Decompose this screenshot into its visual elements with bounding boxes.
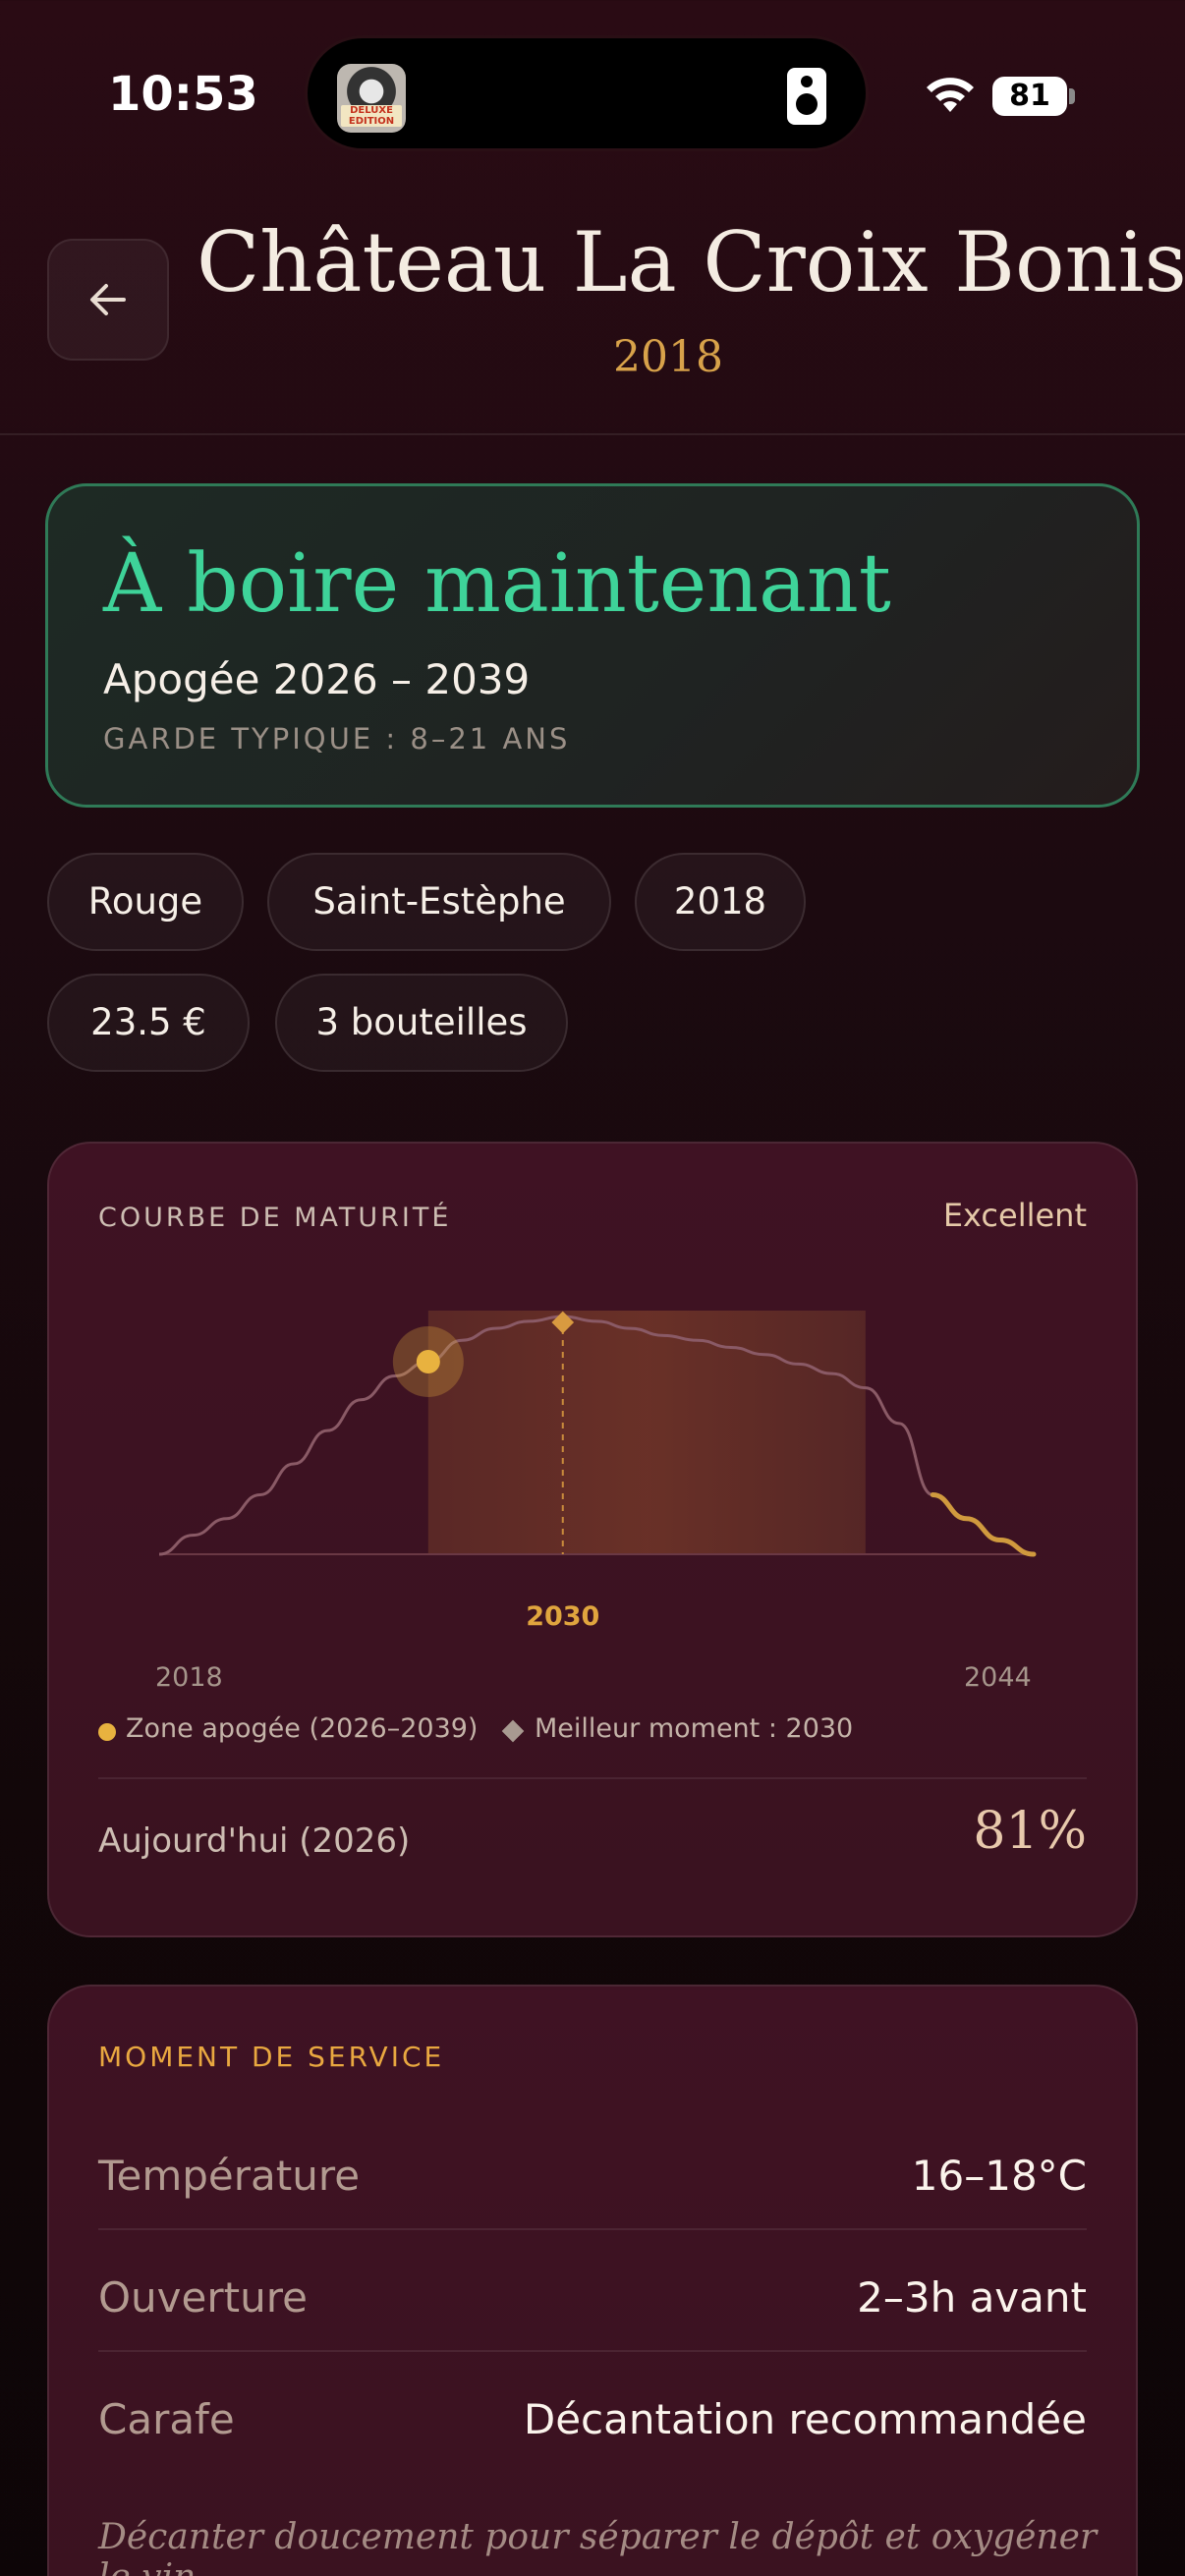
- decanter-label: Carafe: [98, 2395, 235, 2443]
- temperature-value: 16–18°C: [911, 2152, 1087, 2200]
- legend-best: Meilleur moment : 2030: [535, 1713, 854, 1744]
- chip-vintage[interactable]: 2018: [635, 853, 806, 951]
- wine-title: Château La Croix Bonis: [197, 214, 1185, 310]
- best-year-label: 2030: [526, 1601, 599, 1632]
- opening-value: 2–3h avant: [857, 2273, 1087, 2322]
- status-bar: 10:53 DELUXE EDITION 81: [0, 0, 1185, 196]
- service-note: Décanter doucement pour séparer le dépôt…: [98, 2517, 1098, 2576]
- service-divider: [98, 2350, 1087, 2352]
- chip-price[interactable]: 23.5 €: [47, 974, 250, 1072]
- today-label: Aujourd'hui (2026): [98, 1821, 411, 1861]
- service-divider: [98, 2228, 1087, 2230]
- apogee-zone: [427, 1311, 866, 1554]
- service-label: MOMENT DE SERVICE: [98, 2041, 445, 2073]
- dynamic-island[interactable]: DELUXE EDITION: [305, 35, 869, 151]
- status-time: 10:53: [108, 67, 258, 122]
- x-axis-end: 2044: [964, 1662, 1032, 1693]
- typical-aging: GARDE TYPIQUE : 8–21 ANS: [103, 722, 571, 756]
- temperature-label: Température: [98, 2152, 361, 2200]
- decline-segment: [930, 1492, 1037, 1557]
- chart-legend: Zone apogée (2026–2039) Meilleur moment …: [98, 1713, 1081, 1753]
- arrow-left-icon: [90, 284, 126, 315]
- today-value: 81%: [973, 1802, 1087, 1861]
- header-divider: [0, 433, 1185, 435]
- wine-vintage: 2018: [613, 332, 723, 382]
- maturity-divider: [98, 1777, 1087, 1779]
- opening-label: Ouverture: [98, 2273, 308, 2322]
- battery-cap: [1069, 88, 1075, 104]
- album-art-icon[interactable]: DELUXE EDITION: [337, 64, 406, 133]
- legend-apogee: Zone apogée (2026–2039): [126, 1713, 479, 1744]
- service-card: MOMENT DE SERVICE Température 16–18°C Ou…: [47, 1985, 1138, 2576]
- decanter-value: Décantation recommandée: [523, 2395, 1087, 2443]
- today-marker: [416, 1349, 440, 1373]
- maturity-card: COURBE DE MATURITÉ Excellent 2030 Aujour…: [47, 1142, 1138, 1937]
- wifi-icon: [927, 78, 974, 112]
- back-button[interactable]: [47, 239, 169, 361]
- speaker-icon: [787, 68, 826, 125]
- chip-color[interactable]: Rouge: [47, 853, 244, 951]
- drink-status-card: À boire maintenant Apogée 2026 – 2039 GA…: [45, 483, 1140, 808]
- apogee-range: Apogée 2026 – 2039: [103, 655, 531, 703]
- battery-icon: 81: [992, 77, 1067, 116]
- chip-bottles[interactable]: 3 bouteilles: [275, 974, 568, 1072]
- apogee-dot-icon: [98, 1723, 116, 1741]
- x-axis-start: 2018: [155, 1662, 223, 1693]
- best-diamond-icon: [501, 1719, 525, 1743]
- chip-appellation[interactable]: Saint-Estèphe: [267, 853, 611, 951]
- drink-status-title: À boire maintenant: [103, 537, 891, 631]
- album-badge: DELUXE EDITION: [341, 105, 402, 127]
